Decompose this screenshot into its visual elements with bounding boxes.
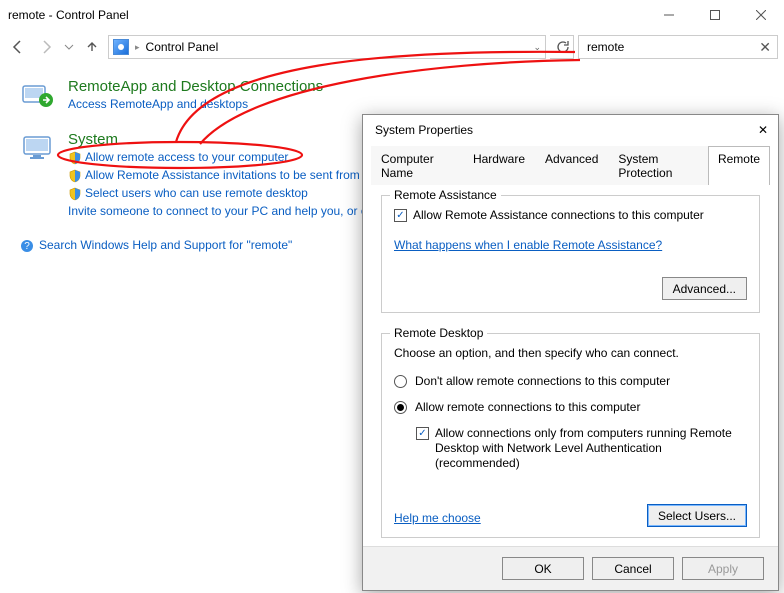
- forward-button[interactable]: [34, 35, 58, 59]
- ok-button[interactable]: OK: [502, 557, 584, 580]
- legend-remote-assistance: Remote Assistance: [390, 188, 501, 202]
- refresh-button[interactable]: [550, 35, 574, 59]
- checkbox-nla-label: Allow connections only from computers ru…: [435, 426, 747, 471]
- shield-icon: [68, 151, 82, 165]
- svg-text:?: ?: [24, 241, 30, 252]
- navbar: ▸ Control Panel ⌄ ✕: [0, 30, 784, 64]
- system-icon: [20, 131, 56, 220]
- link-what-happens-ra[interactable]: What happens when I enable Remote Assist…: [394, 238, 662, 252]
- tab-remote[interactable]: Remote: [708, 146, 770, 185]
- chevron-right-icon: ▸: [135, 42, 140, 53]
- dialog-footer: OK Cancel Apply: [363, 546, 778, 590]
- dialog-body: Remote Assistance ✓ Allow Remote Assista…: [363, 185, 778, 568]
- checkbox-allow-ra-label: Allow Remote Assistance connections to t…: [413, 208, 704, 222]
- minimize-button[interactable]: [646, 0, 692, 30]
- checkbox-nla[interactable]: ✓ Allow connections only from computers …: [416, 426, 747, 471]
- close-button[interactable]: [738, 0, 784, 30]
- maximize-button[interactable]: [692, 0, 738, 30]
- search-help-label: Search Windows Help and Support for "rem…: [39, 238, 292, 252]
- group-remote-assistance: Remote Assistance ✓ Allow Remote Assista…: [381, 195, 760, 313]
- check-icon: ✓: [394, 209, 407, 222]
- link-access-remoteapp[interactable]: Access RemoteApp and desktops: [68, 95, 323, 113]
- window-buttons: [646, 0, 784, 30]
- rd-choose-text: Choose an option, and then specify who c…: [394, 346, 747, 360]
- group-remote-desktop: Remote Desktop Choose an option, and the…: [381, 333, 760, 538]
- cancel-button[interactable]: Cancel: [592, 557, 674, 580]
- help-icon: ?: [20, 239, 34, 253]
- advanced-button[interactable]: Advanced...: [662, 277, 747, 300]
- result-remoteapp: RemoteApp and Desktop Connections Access…: [20, 78, 764, 113]
- dialog-tabs: Computer Name Hardware Advanced System P…: [371, 145, 770, 185]
- shield-icon: [68, 169, 82, 183]
- remoteapp-icon: [20, 78, 56, 113]
- link-select-rd-users-label: Select users who can use remote desktop: [85, 186, 308, 200]
- clear-search-icon[interactable]: ✕: [759, 39, 771, 56]
- apply-button[interactable]: Apply: [682, 557, 764, 580]
- radio-disallow-label: Don't allow remote connections to this c…: [415, 374, 670, 388]
- tab-advanced[interactable]: Advanced: [535, 146, 608, 185]
- radio-icon: [394, 401, 407, 414]
- radio-icon: [394, 375, 407, 388]
- radio-allow-label: Allow remote connections to this compute…: [415, 400, 640, 414]
- result-remoteapp-body: RemoteApp and Desktop Connections Access…: [68, 78, 323, 113]
- titlebar: remote - Control Panel: [0, 0, 784, 30]
- tab-system-protection[interactable]: System Protection: [608, 146, 708, 185]
- link-help-me-choose[interactable]: Help me choose: [394, 511, 481, 525]
- check-icon: ✓: [416, 427, 429, 440]
- search-input[interactable]: [585, 39, 735, 55]
- select-users-button[interactable]: Select Users...: [647, 504, 747, 527]
- control-panel-icon: [113, 39, 129, 55]
- address-bar[interactable]: ▸ Control Panel ⌄: [108, 35, 546, 59]
- dialog-close-button[interactable]: ✕: [758, 123, 768, 137]
- remoteapp-heading[interactable]: RemoteApp and Desktop Connections: [68, 78, 323, 95]
- checkbox-allow-ra[interactable]: ✓ Allow Remote Assistance connections to…: [394, 208, 747, 222]
- link-allow-remote-access-label: Allow remote access to your computer: [85, 150, 288, 164]
- legend-remote-desktop: Remote Desktop: [390, 326, 487, 340]
- system-properties-dialog: System Properties ✕ Computer Name Hardwa…: [362, 114, 779, 591]
- window-title: remote - Control Panel: [8, 8, 129, 22]
- radio-allow-remote[interactable]: Allow remote connections to this compute…: [394, 400, 747, 414]
- tab-hardware[interactable]: Hardware: [463, 146, 535, 185]
- recent-dropdown[interactable]: [62, 35, 76, 59]
- radio-disallow-remote[interactable]: Don't allow remote connections to this c…: [394, 374, 747, 388]
- up-button[interactable]: [80, 35, 104, 59]
- dialog-title: System Properties: [375, 123, 473, 137]
- tab-computer-name[interactable]: Computer Name: [371, 146, 463, 185]
- shield-icon: [68, 187, 82, 201]
- back-button[interactable]: [6, 35, 30, 59]
- search-box[interactable]: ✕: [578, 35, 778, 59]
- chevron-down-icon[interactable]: ⌄: [533, 42, 541, 53]
- dialog-titlebar: System Properties ✕: [363, 115, 778, 145]
- breadcrumb-control-panel[interactable]: Control Panel: [146, 40, 219, 54]
